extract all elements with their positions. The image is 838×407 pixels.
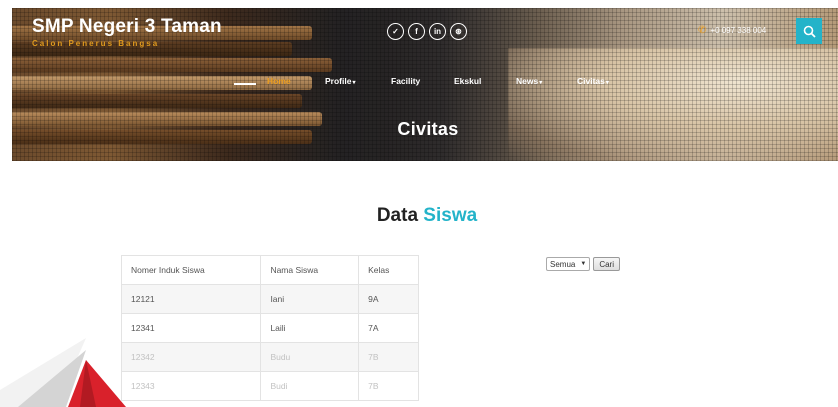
search-button[interactable] — [796, 18, 822, 44]
chevron-down-icon: ▾ — [539, 80, 543, 86]
dribbble-icon[interactable]: ⊛ — [450, 23, 467, 40]
table-cell: 12121 — [120, 284, 262, 314]
column-header: Kelas — [358, 255, 419, 285]
main-nav: Home Profile▾ Facility Ekskul News▾ Civi… — [12, 76, 838, 92]
table-row: 12343 Budi 7B — [120, 371, 419, 401]
table-row: 12121 Iani 9A — [120, 284, 419, 314]
search-submit-button[interactable]: Cari — [593, 257, 620, 271]
hero-banner: SMP Negeri 3 Taman Calon Penerus Bangsa … — [12, 8, 838, 161]
site-tagline: Calon Penerus Bangsa — [32, 39, 160, 48]
table-cell: 9A — [358, 284, 419, 314]
site-brand[interactable]: SMP Negeri 3 Taman Calon Penerus Bangsa — [32, 16, 222, 48]
table-cell: 7A — [358, 313, 419, 343]
phone-icon: ✆ — [698, 25, 707, 36]
social-links: ✓ f in ⊛ — [387, 23, 467, 40]
section-title-main: Data — [376, 205, 419, 226]
table-cell: 12341 — [120, 313, 262, 343]
table-cell: Laili — [260, 313, 360, 343]
banner-decoration — [508, 48, 838, 161]
table-header-row: Nomer Induk Siswa Nama Siswa Kelas — [120, 255, 419, 285]
section-title: Data Siswa — [0, 205, 838, 227]
nav-item-news[interactable]: News▾ — [516, 76, 542, 86]
table-cell: 12342 — [120, 342, 262, 372]
table-cell: 12343 — [120, 371, 262, 401]
table-cell: 7B — [358, 342, 419, 372]
nav-item-ekskul[interactable]: Ekskul — [454, 76, 481, 86]
section-title-accent: Siswa — [423, 205, 478, 226]
phone-number[interactable]: +0 097 338 004 — [710, 26, 766, 35]
class-select[interactable]: Semua ▼ — [546, 257, 591, 271]
active-indicator — [234, 83, 256, 85]
banner-decoration — [12, 94, 302, 108]
phone-contact[interactable]: ✆ +0 097 338 004 — [698, 25, 766, 36]
site-title[interactable]: SMP Negeri 3 Taman — [32, 16, 222, 38]
table-cell: Budi — [260, 371, 360, 401]
nav-item-profile[interactable]: Profile▾ — [325, 76, 355, 86]
chevron-down-icon: ▼ — [580, 261, 587, 267]
banner-decoration — [12, 58, 332, 72]
linkedin-icon[interactable]: in — [429, 23, 446, 40]
table-cell: Budu — [260, 342, 360, 372]
twitter-icon[interactable]: ✓ — [387, 23, 404, 40]
watermark-logo — [0, 338, 126, 407]
table-row: 12342 Budu 7B — [120, 342, 419, 372]
table-cell: Iani — [260, 284, 360, 314]
column-header: Nama Siswa — [260, 255, 360, 285]
chevron-down-icon: ▾ — [605, 80, 609, 86]
facebook-icon[interactable]: f — [408, 23, 425, 40]
nav-item-facility[interactable]: Facility — [391, 76, 420, 86]
class-select-value: Semua — [550, 259, 576, 269]
nav-item-civitas[interactable]: Civitas▾ — [577, 76, 609, 86]
nav-item-home[interactable]: Home — [267, 76, 291, 86]
page-title: Civitas — [397, 119, 459, 139]
column-header: Nomer Induk Siswa — [120, 255, 262, 285]
chevron-down-icon: ▾ — [352, 80, 356, 86]
student-table: Nomer Induk Siswa Nama Siswa Kelas 12121… — [120, 255, 419, 401]
class-filter: Semua ▼ Cari — [546, 257, 620, 271]
table-row: 12341 Laili 7A — [120, 313, 419, 343]
table-cell: 7B — [358, 371, 419, 401]
search-icon — [803, 25, 816, 38]
